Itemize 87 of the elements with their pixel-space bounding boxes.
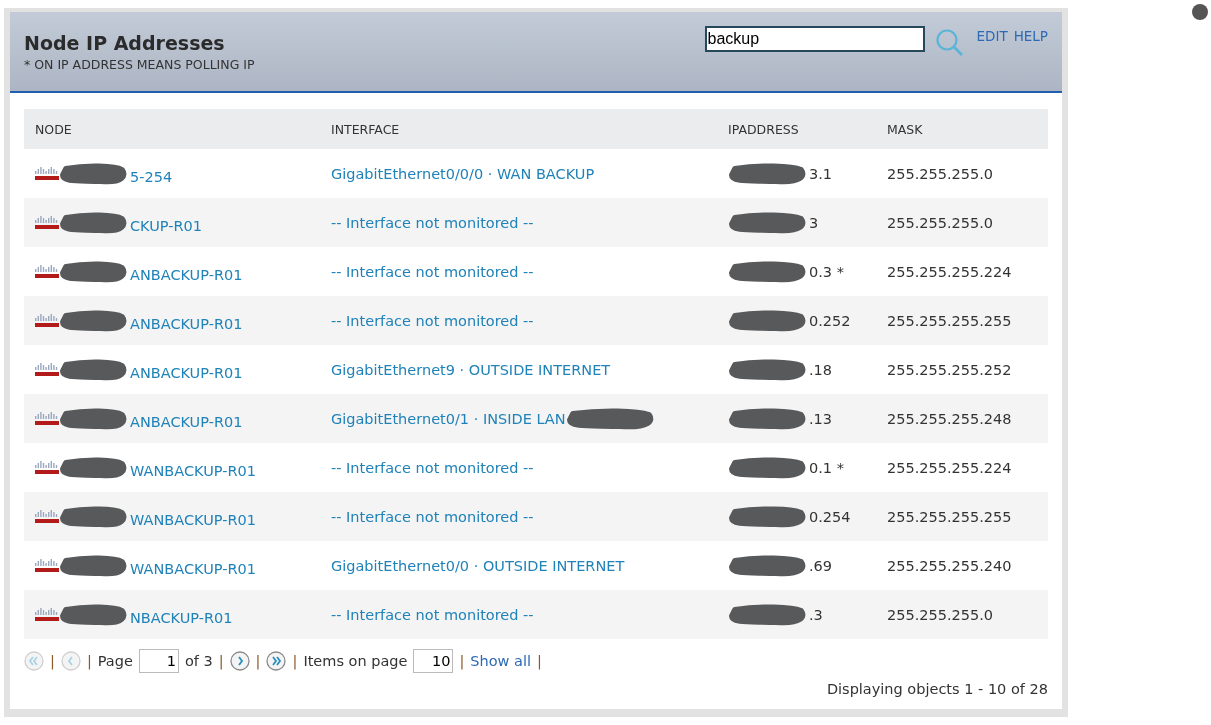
subnet-mask: 255.255.255.0: [876, 198, 1048, 247]
redaction-mark: [59, 455, 129, 480]
logo-icon: [35, 313, 59, 328]
redaction-mark: [59, 308, 129, 333]
dot-icon: [1192, 4, 1208, 20]
subnet-mask: 255.255.255.255: [876, 296, 1048, 345]
interface-link[interactable]: GigabitEthernet0/0/0 · WAN BACKUP: [331, 165, 595, 182]
ip-address: 3.1: [809, 165, 833, 182]
header-link[interactable]: HELP: [1013, 28, 1048, 44]
separator: |: [218, 653, 224, 669]
column-header: MASK: [876, 109, 1048, 149]
pager-label: of 3: [184, 653, 213, 669]
logo-icon: [35, 558, 59, 573]
column-header: NODE: [24, 109, 320, 149]
node-link[interactable]: ANBACKUP-R01: [130, 266, 243, 283]
logo-icon: [35, 166, 59, 181]
node-link[interactable]: ANBACKUP-R01: [130, 315, 243, 332]
node-link[interactable]: CKUP-R01: [130, 217, 203, 234]
pager-field[interactable]: 1: [138, 649, 179, 673]
redaction-mark: [59, 602, 129, 627]
ip-address: 0.254: [809, 508, 851, 525]
header-link[interactable]: EDIT: [976, 28, 1008, 44]
show-all-link[interactable]: Show all: [470, 653, 531, 669]
separator: |: [459, 653, 465, 669]
separator: |: [86, 653, 92, 669]
ip-address: .3: [809, 606, 823, 623]
search-icon[interactable]: [934, 28, 965, 58]
last-page-icon[interactable]: [266, 651, 287, 671]
subnet-mask: 255.255.255.240: [876, 541, 1048, 590]
subnet-mask: 255.255.255.255: [876, 492, 1048, 541]
subnet-mask: 255.255.255.248: [876, 394, 1048, 443]
node-link[interactable]: 5-254: [130, 168, 173, 185]
ip-address: 0.252: [809, 312, 851, 329]
node-link[interactable]: WANBACKUP-R01: [130, 560, 256, 577]
redaction-mark: [59, 406, 129, 431]
separator: |: [255, 653, 261, 669]
subnet-mask: 255.255.255.0: [876, 149, 1048, 198]
interface-link[interactable]: -- Interface not monitored --: [331, 214, 534, 231]
pager-field[interactable]: 10: [413, 649, 454, 673]
interface-link[interactable]: GigabitEthernet9 · OUTSIDE INTERNET: [331, 361, 611, 378]
node-link[interactable]: ANBACKUP-R01: [130, 413, 243, 430]
display-status: Displaying objects 1 - 10 of 28: [825, 681, 1048, 697]
redaction-mark: [59, 553, 129, 578]
redaction-mark: [59, 210, 129, 235]
interface-link[interactable]: GigabitEthernet0/0 · OUTSIDE INTERNET: [331, 557, 625, 574]
ip-address: 0.3 *: [809, 263, 844, 280]
pager-label: Page: [97, 653, 133, 669]
logo-icon: [35, 264, 59, 279]
interface-link[interactable]: -- Interface not monitored --: [331, 459, 534, 476]
panel-subtitle: * ON IP ADDRESS MEANS POLLING IP: [24, 57, 255, 72]
node-link[interactable]: ANBACKUP-R01: [130, 364, 243, 381]
interface-link[interactable]: -- Interface not monitored --: [331, 263, 534, 280]
subnet-mask: 255.255.255.0: [876, 590, 1048, 639]
subnet-mask: 255.255.255.224: [876, 443, 1048, 492]
node-link[interactable]: WANBACKUP-R01: [130, 511, 256, 528]
ip-address: 3: [809, 214, 819, 231]
redaction-mark: [59, 259, 129, 284]
interface-link[interactable]: -- Interface not monitored --: [331, 312, 534, 329]
subnet-mask: 255.255.255.224: [876, 247, 1048, 296]
logo-icon: [35, 411, 59, 426]
node-link[interactable]: WANBACKUP-R01: [130, 462, 256, 479]
subnet-mask: 255.255.255.252: [876, 345, 1048, 394]
separator: |: [50, 653, 55, 669]
panel-title: Node IP Addresses: [24, 32, 226, 54]
search-field[interactable]: backup: [704, 26, 925, 52]
column-header: INTERFACE: [320, 109, 717, 149]
ip-address: 0.1 *: [809, 459, 844, 476]
pager-label: Items on page: [303, 653, 408, 669]
separator: |: [537, 653, 542, 669]
redaction-mark: [59, 504, 129, 529]
separator: |: [292, 653, 298, 669]
logo-icon: [35, 607, 59, 622]
interface-link[interactable]: -- Interface not monitored --: [331, 606, 534, 623]
redaction-mark: [59, 357, 129, 382]
interface-link[interactable]: -- Interface not monitored --: [331, 508, 534, 525]
logo-icon: [35, 460, 59, 475]
ip-address: .69: [809, 557, 833, 574]
column-header: IPADDRESS: [717, 109, 876, 149]
redaction-mark: [59, 161, 129, 186]
logo-icon: [35, 509, 59, 524]
ip-address: .18: [809, 361, 833, 378]
node-link[interactable]: NBACKUP-R01: [130, 609, 233, 626]
interface-link[interactable]: GigabitEthernet0/1 · INSIDE LAN: [331, 410, 566, 427]
next-page-icon[interactable]: [229, 651, 250, 671]
ip-address: .13: [809, 410, 833, 427]
logo-icon: [35, 215, 59, 230]
logo-icon: [35, 362, 59, 377]
